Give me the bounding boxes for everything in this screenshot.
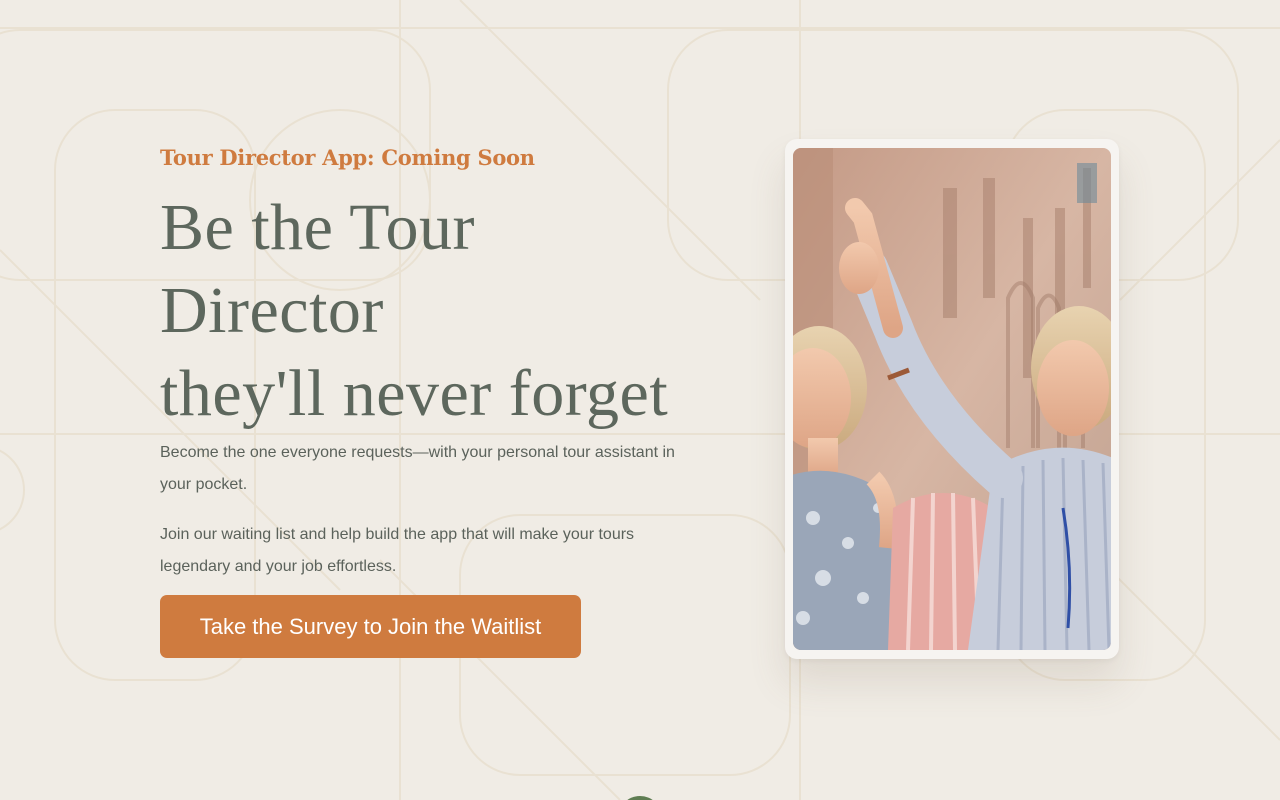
join-waitlist-button[interactable]: Take the Survey to Join the Waitlist — [160, 595, 581, 658]
eyebrow-label: Tour Director App: Coming Soon — [160, 145, 535, 170]
page-title: Be the Tour Director they'll never forge… — [160, 186, 690, 435]
headline-line-1: Be the Tour — [160, 191, 475, 264]
headline-line-2: Director — [160, 274, 384, 347]
tour-guide-photo — [793, 148, 1111, 650]
headline-line-3: they'll never forget — [160, 357, 669, 430]
intro-paragraph: Become the one everyone requests—with yo… — [160, 444, 675, 493]
hero-section: Tour Director App: Coming Soon Be the To… — [160, 140, 690, 658]
waitlist-paragraph: Join our waiting list and help build the… — [160, 526, 635, 575]
photo-card — [785, 139, 1119, 659]
